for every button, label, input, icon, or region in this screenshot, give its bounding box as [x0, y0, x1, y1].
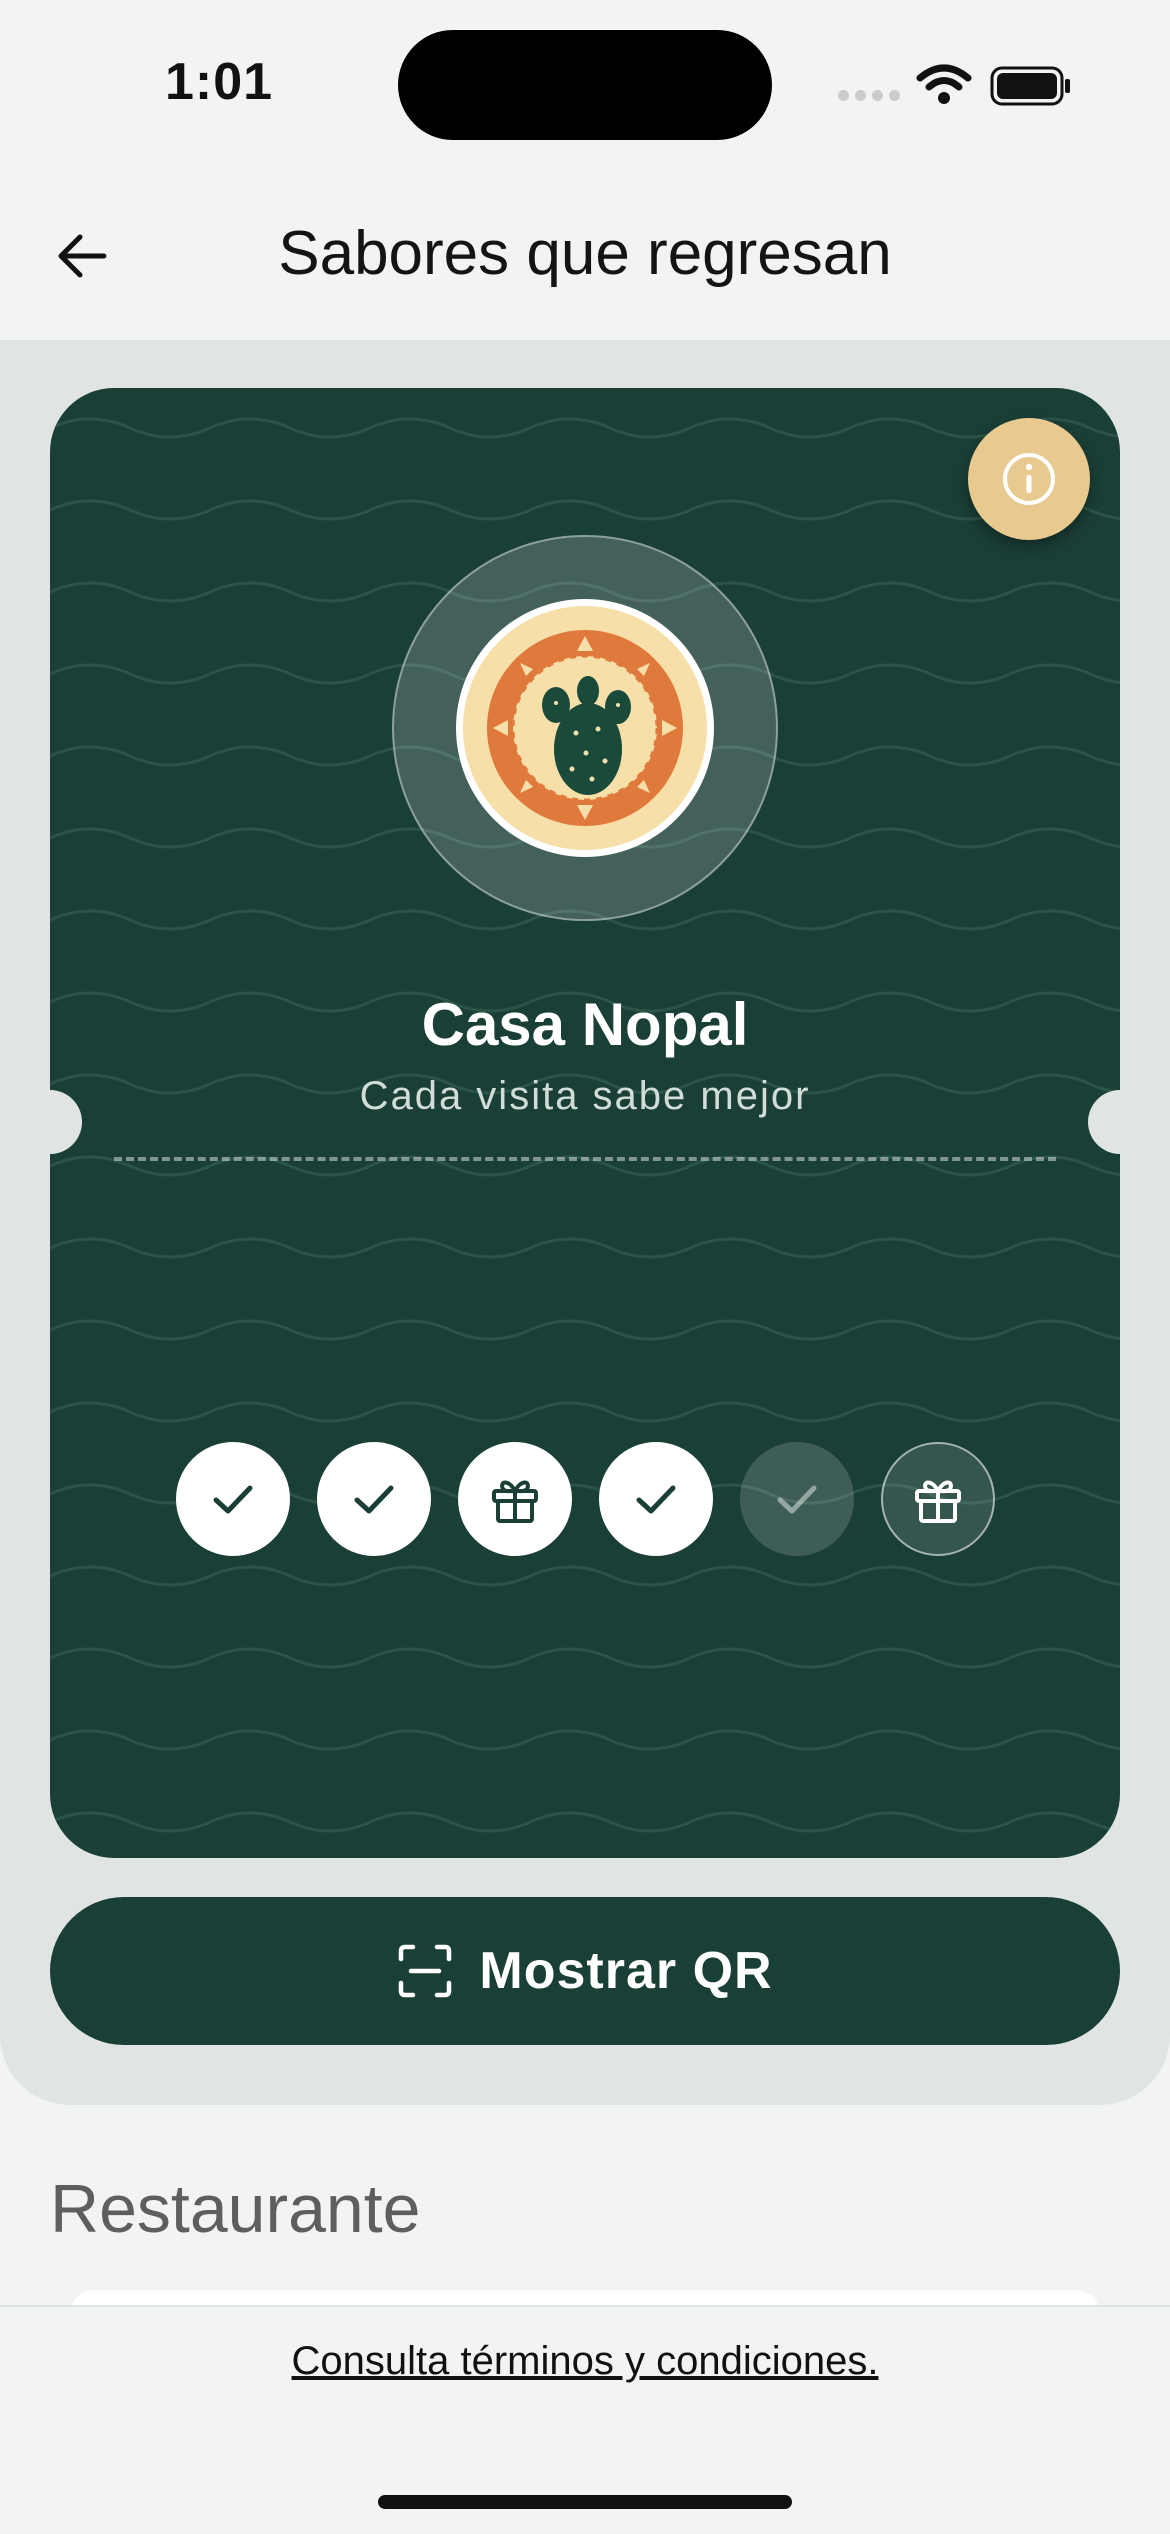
- stamp-visit-3: [599, 1442, 713, 1556]
- top-navigation-bar: Sabores que regresan: [0, 170, 1170, 340]
- status-time: 1:01: [165, 53, 274, 111]
- qr-scan-icon: [399, 1944, 452, 1998]
- dynamic-island: [398, 30, 772, 140]
- stamp-visit-1: [176, 1442, 290, 1556]
- restaurant-tagline: Cada visita sabe mejor: [359, 1074, 811, 1118]
- cellular-signal-icon: [838, 88, 906, 106]
- checkmark-icon: [213, 1485, 253, 1514]
- stamp-reward-1: [458, 1442, 572, 1556]
- restaurant-name: Casa Nopal: [421, 991, 749, 1058]
- show-qr-label: Mostrar QR: [479, 1942, 773, 2000]
- page-title: Sabores que regresan: [278, 219, 892, 288]
- info-icon: [1003, 453, 1055, 505]
- home-indicator: [378, 2495, 792, 2509]
- checkmark-icon: [636, 1485, 676, 1514]
- gift-icon: [915, 1480, 961, 1523]
- footer-bar: Consulta términos y condiciones.: [0, 2305, 1170, 2534]
- stamp-reward-2: [881, 1442, 995, 1556]
- dashed-divider: [114, 1157, 1056, 1161]
- info-button[interactable]: [968, 418, 1090, 540]
- restaurant-logo: [456, 599, 714, 857]
- cactus-emblem-icon: [463, 606, 707, 850]
- status-bar: 1:01: [0, 0, 1170, 170]
- battery-icon: [990, 66, 1070, 106]
- wifi-icon: [916, 64, 972, 104]
- terms-link[interactable]: Consulta términos y condiciones.: [0, 2339, 1170, 2384]
- gift-icon: [492, 1480, 538, 1523]
- stamp-visit-4: [740, 1442, 854, 1556]
- checkmark-icon: [354, 1485, 394, 1514]
- checkmark-icon: [777, 1485, 817, 1514]
- show-qr-button[interactable]: Mostrar QR: [50, 1897, 1120, 2045]
- section-title-restaurant: Restaurante: [50, 2171, 421, 2247]
- stamp-visit-2: [317, 1442, 431, 1556]
